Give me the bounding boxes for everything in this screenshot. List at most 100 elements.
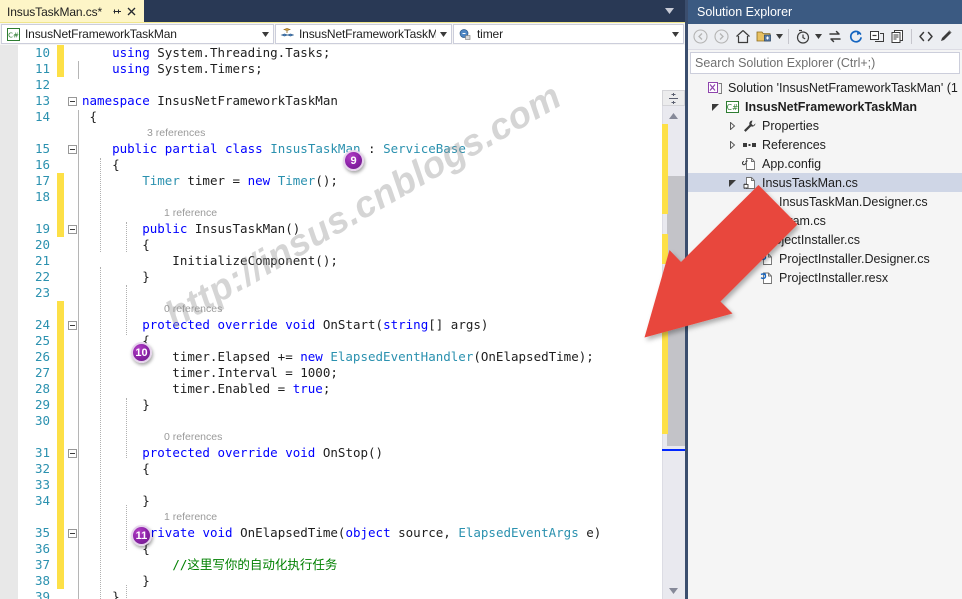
chevron-down-icon[interactable] (661, 0, 677, 22)
folder-dropdown-caret-icon[interactable] (774, 26, 785, 48)
codelens-label[interactable]: 1 reference (80, 207, 217, 219)
collapse-toggle-icon[interactable] (64, 317, 80, 333)
tree-item-references[interactable]: References (688, 135, 962, 154)
codelens-reference[interactable]: 0 references (18, 301, 685, 317)
code-line[interactable]: 24 protected override void OnStart(strin… (18, 317, 685, 333)
code-line[interactable]: 31 protected override void OnStop() (18, 445, 685, 461)
show-all-files-icon[interactable] (887, 26, 908, 48)
codelens-reference[interactable]: 0 references (18, 429, 685, 445)
chevron-down-icon[interactable] (258, 31, 273, 37)
tree-item-insustaskman-cs[interactable]: InsusTaskMan.cs (688, 173, 962, 192)
search-input[interactable]: Search Solution Explorer (Ctrl+;) (690, 52, 960, 74)
code-line[interactable]: 32 { (18, 461, 685, 477)
tree-item-projectinstaller-designer-cs[interactable]: ProjectInstaller.Designer.cs (688, 249, 962, 268)
chevron-down-icon[interactable] (725, 236, 740, 244)
collapse-all-icon[interactable] (866, 26, 887, 48)
collapse-toggle-icon[interactable] (64, 445, 80, 461)
code-line[interactable]: 22 } (18, 269, 685, 285)
code-line[interactable]: 17 Timer timer = new Timer(); (18, 173, 685, 189)
tree-item-projectinstaller-cs[interactable]: ProjectInstaller.cs (688, 230, 962, 249)
codelens-label[interactable]: 0 references (80, 303, 222, 315)
chevron-down-icon[interactable] (668, 31, 683, 37)
code-line[interactable]: 25 { (18, 333, 685, 349)
type-dropdown[interactable]: InsusNetFrameworkTaskMan.InsusTa (275, 24, 452, 44)
codelens-label[interactable]: 1 reference (80, 511, 217, 523)
forward-icon[interactable] (711, 26, 732, 48)
code-line[interactable]: 26 timer.Elapsed += new ElapsedEventHand… (18, 349, 685, 365)
collapse-toggle-icon[interactable] (64, 221, 80, 237)
pin-icon[interactable] (109, 4, 124, 20)
refresh-icon[interactable] (845, 26, 866, 48)
collapse-box[interactable] (67, 144, 77, 154)
pending-changes-caret-icon[interactable] (813, 26, 824, 48)
collapse-toggle-icon[interactable] (64, 525, 80, 541)
code-line[interactable]: 10 using System.Threading.Tasks; (18, 45, 685, 61)
chevron-down-icon[interactable] (708, 103, 723, 111)
close-icon[interactable] (124, 4, 139, 20)
solution-tree[interactable]: Solution 'InsusNetFrameworkTaskMan' (1 p… (688, 76, 962, 599)
code-text-area[interactable]: 10 using System.Threading.Tasks; 11 using… (18, 45, 685, 599)
tree-item-properties[interactable]: Properties (688, 116, 962, 135)
collapse-box[interactable] (67, 320, 77, 330)
scroll-down-icon[interactable] (662, 582, 685, 599)
pending-changes-icon[interactable] (792, 26, 813, 48)
tree-item-insustaskman-designer-cs[interactable]: InsusTaskMan.Designer.cs (688, 192, 962, 211)
collapse-box[interactable] (67, 96, 77, 106)
tree-item-insusnetframeworktaskman[interactable]: C# InsusNetFrameworkTaskMan (688, 97, 962, 116)
code-line[interactable]: 27 timer.Interval = 1000; (18, 365, 685, 381)
scroll-up-icon[interactable] (662, 107, 685, 124)
collapse-toggle-icon[interactable] (64, 93, 80, 109)
codelens-label[interactable]: 3 references (80, 127, 205, 139)
tree-item-solution-insusnetframeworktaskman-1-proj[interactable]: Solution 'InsusNetFrameworkTaskMan' (1 p… (688, 78, 962, 97)
collapse-box[interactable] (67, 224, 77, 234)
sync-with-active-document-icon[interactable] (753, 26, 774, 48)
chevron-down-icon[interactable] (725, 179, 740, 187)
view-code-icon[interactable] (915, 26, 936, 48)
code-line[interactable]: 28 timer.Enabled = true; (18, 381, 685, 397)
home-icon[interactable] (732, 26, 753, 48)
code-line[interactable]: 14 { (18, 109, 685, 125)
project-dropdown[interactable]: C# InsusNetFrameworkTaskMan (1, 24, 274, 44)
codelens-reference[interactable]: 1 reference (18, 509, 685, 525)
collapse-toggle-icon[interactable] (64, 141, 80, 157)
codelens-reference[interactable]: 3 references (18, 125, 685, 141)
code-editor-surface[interactable]: 10 using System.Threading.Tasks; 11 using… (0, 45, 685, 599)
code-line[interactable]: 30 (18, 413, 685, 429)
chevron-right-icon[interactable] (742, 197, 757, 206)
code-line[interactable]: 18 (18, 189, 685, 205)
code-line[interactable]: 23 (18, 285, 685, 301)
code-line[interactable]: 19 public InsusTaskMan() (18, 221, 685, 237)
codelens-label[interactable]: 0 references (80, 431, 222, 443)
collapse-box[interactable] (67, 448, 77, 458)
sync-icon[interactable] (824, 26, 845, 48)
code-line[interactable]: 13 namespace InsusNetFrameworkTaskMan (18, 93, 685, 109)
split-view-icon[interactable] (662, 90, 685, 106)
code-line[interactable]: 34 } (18, 493, 685, 509)
chevron-right-icon[interactable] (725, 216, 740, 225)
code-line[interactable]: 37 //这里写你的自动化执行任务 (18, 557, 685, 573)
chevron-right-icon[interactable] (725, 121, 740, 130)
member-dropdown[interactable]: timer (453, 24, 684, 44)
code-line[interactable]: 29 } (18, 397, 685, 413)
code-line[interactable]: 21 InitializeComponent(); (18, 253, 685, 269)
code-line[interactable]: 35 private void OnElapsedTime(object sou… (18, 525, 685, 541)
collapse-box[interactable] (67, 528, 77, 538)
chevron-right-icon[interactable] (742, 254, 757, 263)
chevron-down-icon[interactable] (436, 31, 451, 37)
document-tab-insustaskman[interactable]: InsusTaskMan.cs* (0, 0, 145, 22)
tree-item-projectinstaller-resx[interactable]: ProjectInstaller.resx (688, 268, 962, 287)
code-line[interactable]: 38 } (18, 573, 685, 589)
codelens-reference[interactable]: 1 reference (18, 205, 685, 221)
tree-item-app-config[interactable]: App.config (688, 154, 962, 173)
chevron-right-icon[interactable] (725, 140, 740, 149)
code-line[interactable]: 33 (18, 477, 685, 493)
scrollbar-track[interactable] (662, 124, 685, 582)
code-line[interactable]: 12 (18, 77, 685, 93)
code-line[interactable]: 39 } (18, 589, 685, 599)
code-line[interactable]: 36 { (18, 541, 685, 557)
properties-icon[interactable] (936, 26, 957, 48)
code-line[interactable]: 20 { (18, 237, 685, 253)
tree-item-program-cs[interactable]: C# Program.cs (688, 211, 962, 230)
back-icon[interactable] (690, 26, 711, 48)
scrollbar-thumb[interactable] (667, 176, 685, 446)
